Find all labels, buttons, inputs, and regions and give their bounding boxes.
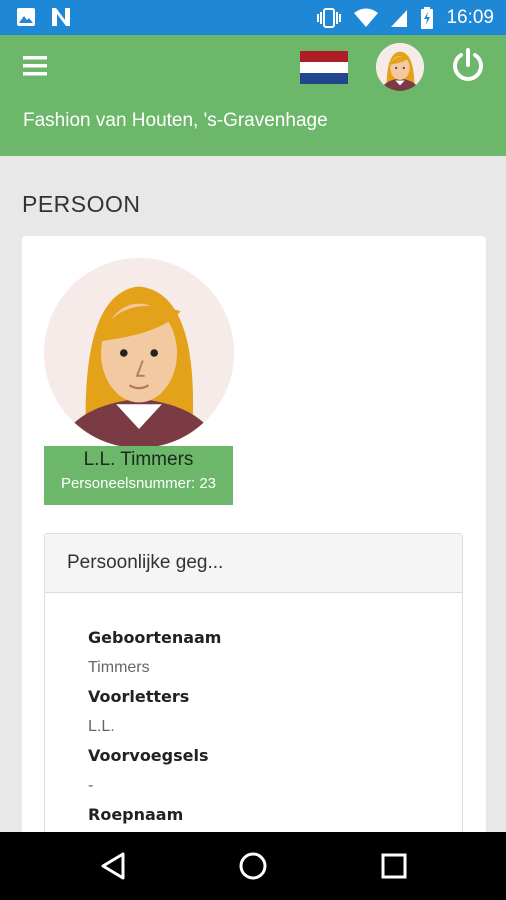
- panel-title[interactable]: Persoonlijke geg...: [45, 534, 462, 593]
- app-header: Fashion van Houten, 's-Gravenhage: [0, 35, 506, 156]
- panel-body: Geboortenaam Timmers Voorletters L.L. Vo…: [45, 593, 462, 859]
- field-label-voorvoegsels: Voorvoegsels: [88, 746, 209, 765]
- field-label-geboortenaam: Geboortenaam: [88, 628, 222, 647]
- status-time: 16:09: [446, 6, 494, 28]
- field-label-voorletters: Voorletters: [88, 687, 190, 706]
- n-icon: [52, 8, 70, 26]
- image-icon: [17, 8, 35, 26]
- home-icon[interactable]: [236, 849, 270, 883]
- vibrate-icon: [317, 7, 342, 28]
- status-bar: 16:09: [0, 0, 506, 35]
- system-nav-bar: [0, 832, 506, 900]
- page-title: PERSOON: [22, 191, 141, 217]
- user-avatar[interactable]: [376, 43, 424, 91]
- field-value-voorletters: L.L.: [88, 718, 115, 735]
- wifi-icon: [354, 8, 379, 27]
- back-icon[interactable]: [97, 849, 131, 883]
- field-value-geboortenaam: Timmers: [88, 659, 150, 676]
- field-label-roepnaam: Roepnaam: [88, 805, 184, 824]
- battery-icon: [421, 6, 434, 29]
- menu-icon[interactable]: [22, 53, 48, 79]
- person-name: L.L. Timmers: [83, 449, 194, 470]
- person-name-box: L.L. Timmers Personeelsnummer: 23: [44, 446, 233, 505]
- person-card: L.L. Timmers Personeelsnummer: 23 Persoo…: [22, 236, 486, 893]
- person-avatar: [44, 258, 234, 448]
- employee-number: Personeelsnummer: 23: [60, 475, 217, 492]
- field-value-voorvoegsels: -: [88, 777, 94, 794]
- power-icon[interactable]: [449, 47, 487, 85]
- language-flag-nl[interactable]: [300, 51, 348, 84]
- signal-icon: [391, 9, 408, 27]
- store-name: Fashion van Houten, 's-Gravenhage: [23, 110, 328, 131]
- recents-icon[interactable]: [377, 849, 411, 883]
